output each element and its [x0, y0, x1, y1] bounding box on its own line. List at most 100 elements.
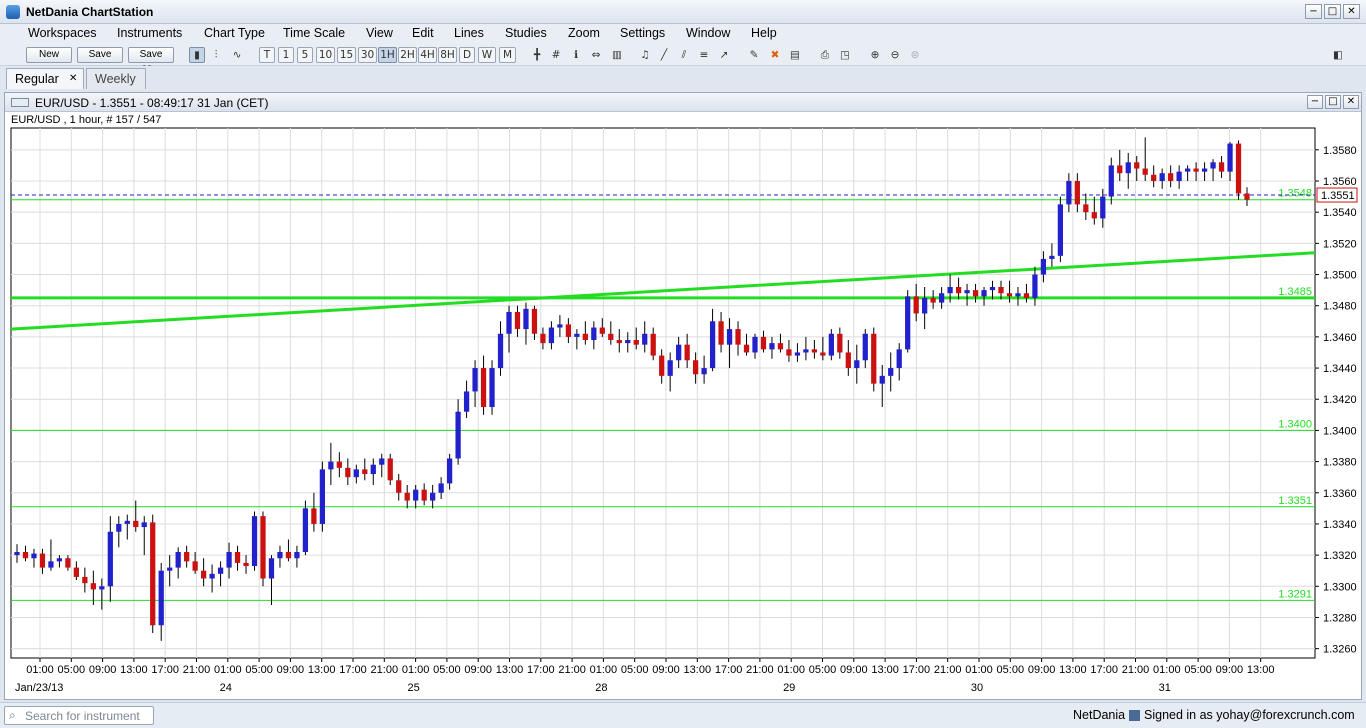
x-tick-label: 17:00 — [339, 664, 367, 676]
candle-body — [184, 552, 190, 562]
candle-body — [353, 469, 359, 478]
x-tick-label: 13:00 — [871, 664, 899, 676]
x-tick-label: 09:00 — [89, 664, 117, 676]
grid-icon[interactable]: # — [548, 47, 564, 63]
candle-body — [642, 333, 648, 345]
candle-body — [1006, 293, 1013, 297]
level-label: 1.3548 — [1278, 188, 1312, 200]
level-label: 1.3485 — [1278, 286, 1312, 298]
minimize-button[interactable]: − — [1305, 4, 1322, 19]
menu-settings[interactable]: Settings — [620, 26, 665, 40]
timescale-week-button[interactable]: W — [478, 47, 496, 63]
x-tick-label: 05:00 — [433, 664, 461, 676]
timescale-30m-button[interactable]: 30 — [358, 47, 377, 63]
candle-body — [947, 287, 953, 294]
x-tick-label: 09:00 — [277, 664, 305, 676]
menu-chart-type[interactable]: Chart Type — [204, 26, 265, 40]
candle-body — [396, 480, 402, 493]
candle-body — [1108, 165, 1114, 197]
timescale-4h-button[interactable]: 4H — [418, 47, 437, 63]
x-tick-label: 05:00 — [997, 664, 1025, 676]
candle-body — [421, 489, 427, 501]
x-tick-label: 17:00 — [1090, 664, 1118, 676]
scroll-icon[interactable]: ⇔ — [588, 47, 604, 63]
menu-studies[interactable]: Studies — [505, 26, 547, 40]
zoom-out-icon[interactable]: ⊖ — [887, 47, 903, 63]
candle-body — [192, 561, 198, 571]
timescale-8h-button[interactable]: 8H — [438, 47, 457, 63]
x-tick-label: 13:00 — [308, 664, 336, 676]
timescale-1m-button[interactable]: 1 — [278, 47, 294, 63]
bar-chart-icon[interactable]: ⫶ — [208, 47, 224, 63]
instrument-search[interactable]: ⌕ — [4, 706, 154, 725]
channel-icon[interactable]: ⫽ — [676, 47, 692, 63]
chart-maximize-button[interactable]: □ — [1325, 95, 1341, 109]
candle-body — [701, 368, 707, 375]
trendline-icon[interactable]: ╱ — [656, 47, 672, 63]
tab-weekly[interactable]: Weekly — [86, 68, 146, 89]
menu-help[interactable]: Help — [751, 26, 777, 40]
arrow-icon[interactable]: ↗ — [716, 47, 732, 63]
x-tick-label: 05:00 — [245, 664, 273, 676]
timescale-5m-button[interactable]: 5 — [297, 47, 313, 63]
menu-zoom[interactable]: Zoom — [568, 26, 600, 40]
tab-regular[interactable]: Regular ✕ — [6, 68, 84, 89]
candle-body — [523, 308, 529, 330]
menu-window[interactable]: Window — [686, 26, 730, 40]
tab-weekly-label: Weekly — [95, 72, 136, 86]
candle-body — [217, 567, 224, 574]
chart-minimize-button[interactable]: − — [1307, 95, 1323, 109]
candle-body — [676, 344, 682, 361]
timescale-day-button[interactable]: D — [459, 47, 475, 63]
candle-body — [1201, 168, 1208, 172]
zoom-reset-icon[interactable]: ⊜ — [907, 47, 923, 63]
line-chart-icon[interactable]: ∿ — [228, 47, 246, 63]
x-tick-label: 01:00 — [590, 664, 618, 676]
chart-close-button[interactable]: ✕ — [1343, 95, 1359, 109]
close-button[interactable]: ✕ — [1343, 4, 1360, 19]
timescale-15m-button[interactable]: 15 — [337, 47, 356, 63]
candle-body — [514, 311, 521, 330]
menu-edit[interactable]: Edit — [412, 26, 434, 40]
candlestick-chart-icon[interactable]: ▮ — [189, 47, 205, 63]
level-label: 1.3400 — [1278, 418, 1312, 430]
y-tick-label: 1.3340 — [1323, 519, 1357, 531]
bell-icon[interactable]: ♫ — [637, 47, 653, 63]
search-input[interactable] — [25, 708, 151, 723]
zoom-in-icon[interactable]: ⊕ — [867, 47, 883, 63]
candle-body — [608, 333, 614, 340]
tab-close-icon[interactable]: ✕ — [69, 69, 77, 89]
print-preview-icon[interactable]: ◳ — [837, 47, 853, 63]
menu-lines[interactable]: Lines — [454, 26, 484, 40]
menu-workspaces[interactable]: Workspaces — [28, 26, 97, 40]
timescale-1h-button[interactable]: 1H — [378, 47, 397, 63]
maximize-button[interactable]: □ — [1324, 4, 1341, 19]
timescale-2h-button[interactable]: 2H — [398, 47, 417, 63]
delete-lines-icon[interactable]: ✖ — [767, 47, 783, 63]
print-icon[interactable]: ⎙ — [817, 47, 833, 63]
candle-body — [65, 558, 71, 568]
fibonacci-icon[interactable]: ≡ — [696, 47, 712, 63]
properties-icon[interactable]: ▤ — [787, 47, 803, 63]
pencil-icon[interactable]: ✎ — [745, 47, 763, 63]
timescale-10m-button[interactable]: 10 — [316, 47, 335, 63]
new-button[interactable]: New — [26, 47, 72, 63]
candle-body — [1032, 274, 1038, 298]
y-tick-label: 1.3580 — [1323, 145, 1357, 157]
volume-icon[interactable]: ▥ — [608, 47, 626, 63]
candle-body — [837, 333, 843, 353]
candle-body — [786, 349, 792, 356]
price-chart[interactable]: EUR/USD , 1 hour, # 157 / 547 1.3260 1.328… — [9, 112, 1359, 698]
panel-toggle-icon[interactable]: ◧ — [1330, 47, 1346, 63]
menu-instruments[interactable]: Instruments — [117, 26, 182, 40]
timescale-tick-button[interactable]: T — [259, 47, 275, 63]
timescale-month-button[interactable]: M — [499, 47, 516, 63]
menu-time-scale[interactable]: Time Scale — [283, 26, 345, 40]
candle-body — [574, 333, 580, 337]
info-icon[interactable]: ℹ — [568, 47, 584, 63]
candle-body — [370, 464, 376, 475]
crosshair-icon[interactable]: ╋ — [529, 47, 545, 63]
menu-view[interactable]: View — [366, 26, 393, 40]
save-button[interactable]: Save — [77, 47, 123, 63]
save-as-button[interactable]: Save as... — [128, 47, 174, 74]
